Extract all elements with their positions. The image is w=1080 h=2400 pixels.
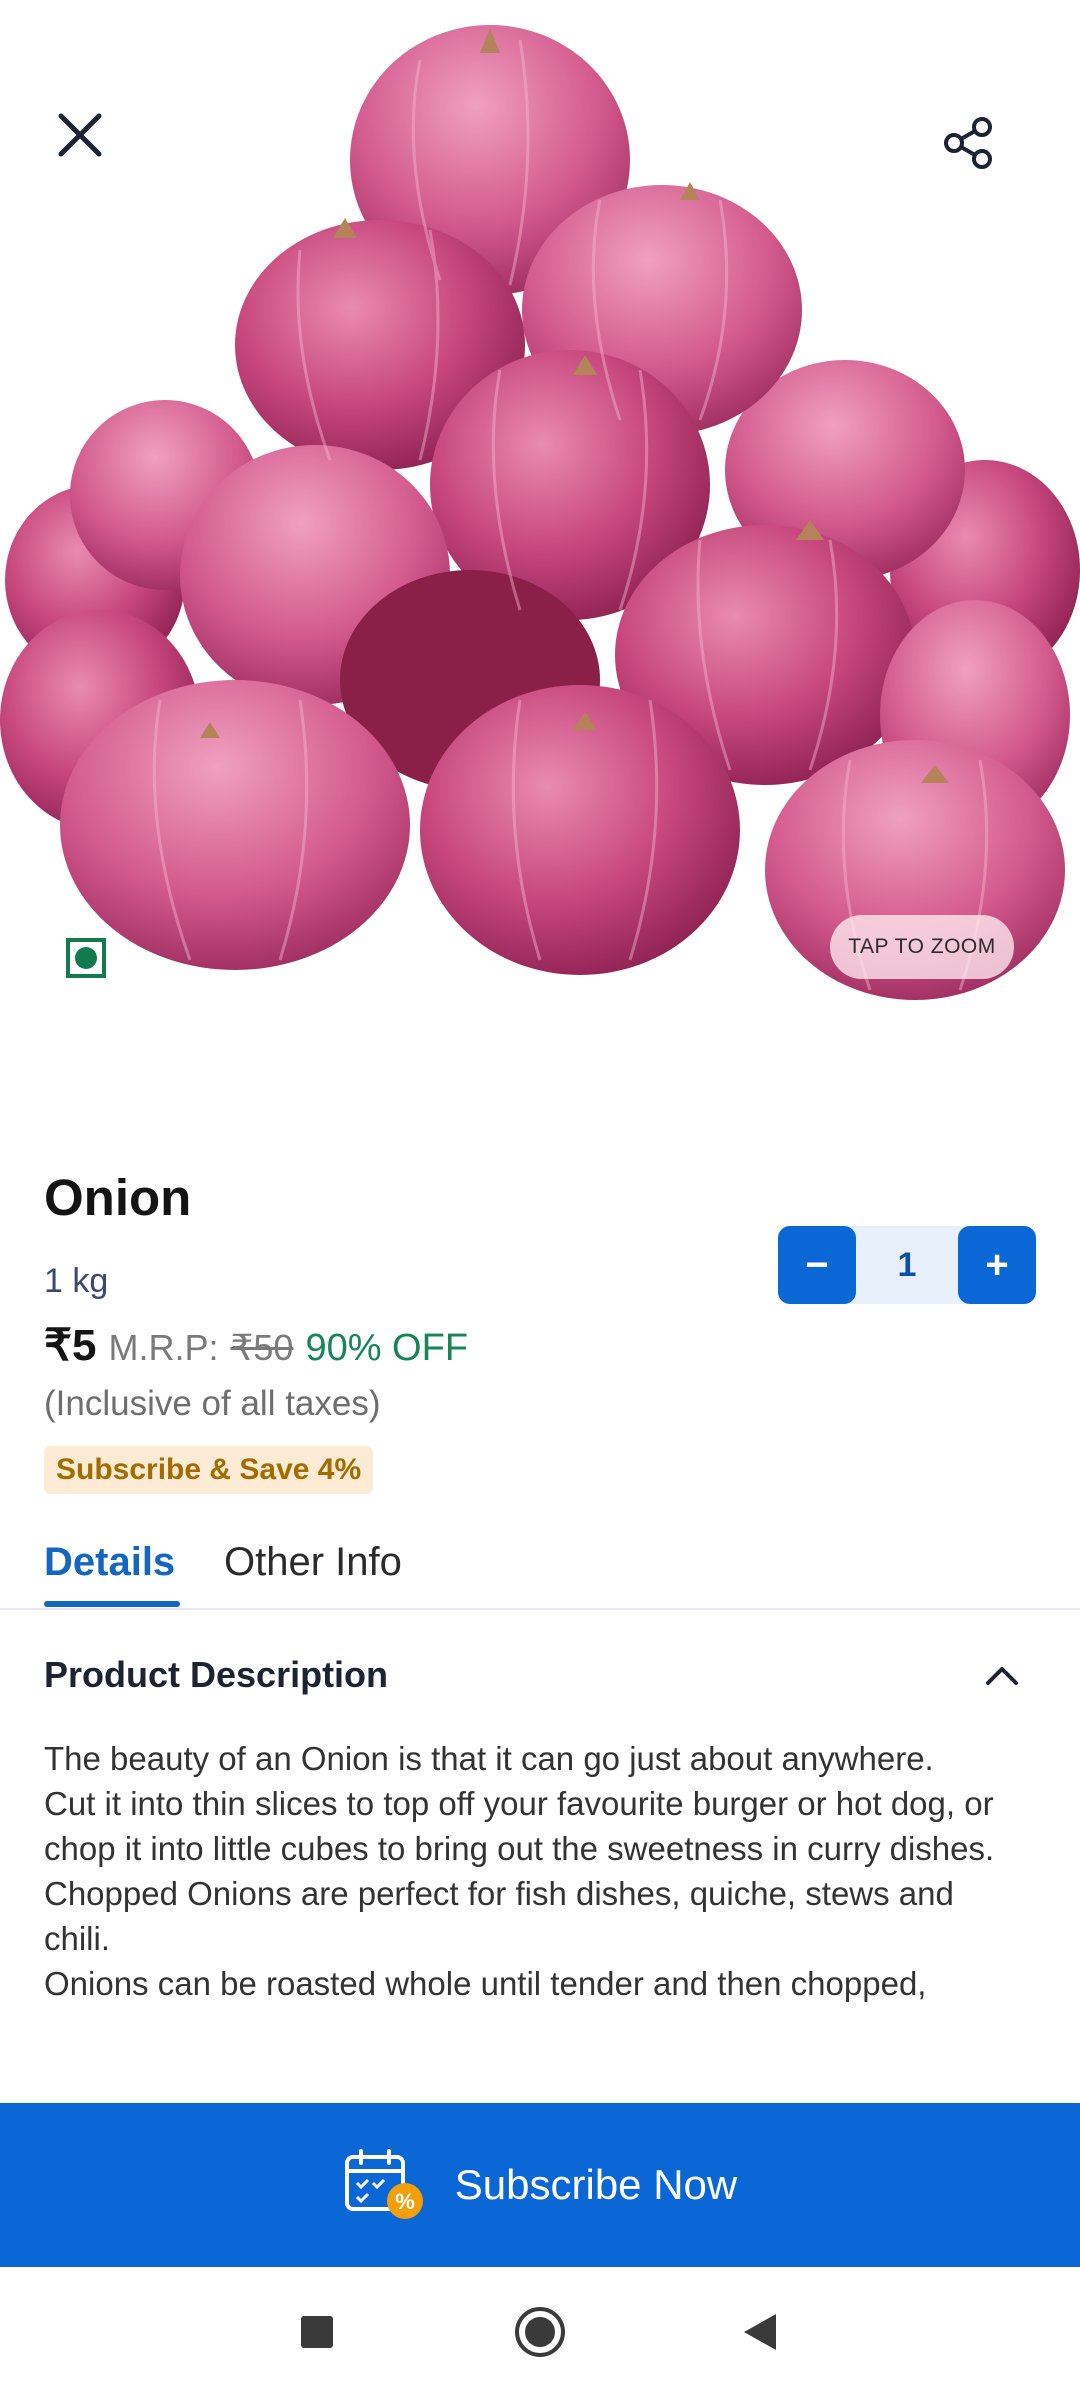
product-title: Onion bbox=[44, 1169, 192, 1226]
price-row: ₹5 M.R.P: ₹50 90% OFF bbox=[44, 1320, 468, 1371]
tab-divider bbox=[0, 1608, 1080, 1610]
back-button[interactable] bbox=[725, 2297, 795, 2367]
product-image[interactable]: TAP TO ZOOM bbox=[0, 0, 1080, 1010]
mrp-value: ₹50 bbox=[230, 1327, 294, 1368]
calendar-discount-icon: % bbox=[344, 2149, 423, 2219]
back-icon bbox=[744, 2314, 776, 2350]
subscribe-now-label: Subscribe Now bbox=[454, 2161, 738, 2208]
decrease-quantity-button[interactable]: − bbox=[778, 1226, 856, 1304]
close-icon bbox=[58, 113, 102, 157]
home-icon bbox=[515, 2307, 565, 2357]
share-button[interactable] bbox=[940, 115, 1020, 195]
chevron-up-icon bbox=[986, 1667, 1018, 1685]
subscribe-now-button[interactable]: % Subscribe Now bbox=[0, 2103, 1080, 2267]
share-icon bbox=[944, 117, 992, 169]
tab-other-info[interactable]: Other Info bbox=[224, 1540, 402, 1585]
selling-price: ₹5 bbox=[44, 1321, 97, 1370]
description-paragraph: Cut it into thin slices to top off your … bbox=[44, 1785, 995, 1867]
tap-to-zoom-badge[interactable]: TAP TO ZOOM bbox=[830, 915, 1014, 979]
veg-indicator-icon bbox=[66, 938, 106, 978]
recent-apps-button[interactable] bbox=[282, 2297, 352, 2367]
svg-text:%: % bbox=[395, 2189, 415, 2214]
active-tab-indicator bbox=[44, 1601, 180, 1607]
quantity-stepper: − 1 + bbox=[778, 1226, 1036, 1304]
subscribe-save-badge: Subscribe & Save 4% bbox=[44, 1446, 374, 1494]
increase-quantity-button[interactable]: + bbox=[958, 1226, 1036, 1304]
close-button[interactable] bbox=[55, 110, 135, 190]
mrp-label: M.R.P: bbox=[108, 1327, 219, 1368]
collapse-description-button[interactable] bbox=[972, 1650, 1032, 1700]
description-paragraph: Chopped Onions are perfect for fish dish… bbox=[44, 1875, 954, 1957]
quantity-value: 1 bbox=[897, 1245, 917, 1284]
tax-note: (Inclusive of all taxes) bbox=[44, 1384, 381, 1423]
home-button[interactable] bbox=[505, 2297, 575, 2367]
description-paragraph: The beauty of an Onion is that it can go… bbox=[44, 1740, 934, 1777]
onion-pile-image bbox=[0, 25, 1080, 1000]
recent-apps-icon bbox=[301, 2316, 333, 2348]
product-description-heading: Product Description bbox=[44, 1654, 389, 1695]
discount-label: 90% OFF bbox=[305, 1327, 469, 1369]
product-weight: 1 kg bbox=[44, 1262, 109, 1300]
product-description-text: The beauty of an Onion is that it can go… bbox=[44, 1736, 1004, 2006]
description-paragraph: Onions can be roasted whole until tender… bbox=[44, 1965, 927, 2002]
system-navigation-bar bbox=[0, 2267, 1080, 2400]
tab-details[interactable]: Details bbox=[44, 1540, 175, 1585]
